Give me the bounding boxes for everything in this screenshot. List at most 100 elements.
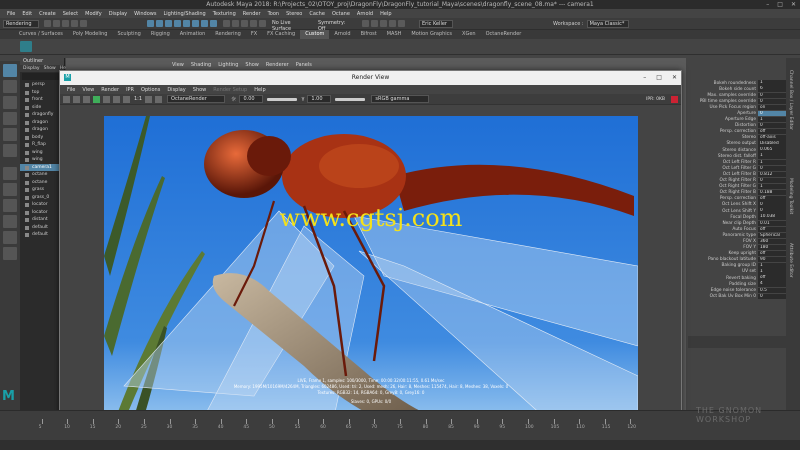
range-slider[interactable]: THE GNOMON WORKSHOP <box>0 406 800 450</box>
ipr-render-icon[interactable] <box>371 20 378 27</box>
render-image[interactable]: www.cgtsj.com LIVE, Frame 1, samples: 10… <box>104 116 638 417</box>
shelf-tab-custom[interactable]: Custom <box>300 30 330 39</box>
shelf-tab-rigging[interactable]: Rigging <box>146 30 175 39</box>
select-tool-icon[interactable] <box>3 64 17 77</box>
attribute-value-field[interactable]: 0 <box>758 165 786 172</box>
new-scene-icon[interactable] <box>44 20 51 27</box>
select-hierarchy-icon[interactable] <box>147 20 154 27</box>
menu-set-dropdown[interactable]: Rendering <box>3 19 39 28</box>
display-rgb-icon[interactable] <box>113 95 120 103</box>
refresh-ipr-icon[interactable] <box>103 95 110 103</box>
viewport-menu-view[interactable]: View <box>172 62 184 68</box>
outliner-item[interactable]: default <box>20 231 64 239</box>
minimize-button[interactable]: – <box>766 1 769 8</box>
snap-grid-icon[interactable] <box>223 20 230 27</box>
attribute-value-field[interactable]: 6 <box>758 86 786 92</box>
outliner-item[interactable]: locator <box>20 201 64 209</box>
render-region-icon[interactable] <box>73 95 80 103</box>
shelf-tab-bifrost[interactable]: Bifrost <box>356 30 382 39</box>
layout-single-icon[interactable] <box>3 167 17 180</box>
mask-deform-icon[interactable] <box>201 20 208 27</box>
attribute-value-field[interactable]: 1 <box>758 183 786 190</box>
outliner-item[interactable]: body <box>20 134 64 142</box>
outliner-item[interactable]: side <box>20 104 64 112</box>
hypershade-icon[interactable] <box>389 20 396 27</box>
menu-render[interactable]: Render <box>243 11 261 17</box>
menu-arnold[interactable]: Arnold <box>357 11 373 17</box>
layout-custom-icon[interactable] <box>3 247 17 260</box>
rv-menu-display[interactable]: Display <box>167 87 185 93</box>
user-account-dropdown[interactable]: Eric Keller <box>419 19 453 28</box>
outliner-item[interactable]: octane <box>20 179 64 187</box>
redo-icon[interactable] <box>80 20 87 27</box>
side-tab-modeling-toolkit[interactable]: Modeling Toolkit <box>788 178 793 214</box>
rv-menu-render[interactable]: Render <box>101 87 119 93</box>
save-scene-icon[interactable] <box>62 20 69 27</box>
paint-select-icon[interactable] <box>3 96 17 109</box>
rotate-tool-icon[interactable] <box>3 128 17 141</box>
mask-curves-icon[interactable] <box>183 20 190 27</box>
menu-texturing[interactable]: Texturing <box>213 11 236 17</box>
snap-view-icon[interactable] <box>250 20 257 27</box>
stop-render-icon[interactable] <box>671 95 678 103</box>
workspace-dropdown[interactable]: Maya Classic* <box>586 19 629 28</box>
shelf-tab-octanerender[interactable]: OctaneRender <box>481 30 527 39</box>
shelf-tab-motion-graphics[interactable]: Motion Graphics <box>406 30 457 39</box>
attribute-value-field[interactable]: 10.038 <box>758 214 786 220</box>
render-view-maximize-button[interactable]: □ <box>656 71 662 85</box>
attribute-value-field[interactable]: 360 <box>758 238 786 245</box>
attribute-value-field[interactable]: 180 <box>758 244 786 251</box>
attribute-value-field[interactable]: off <box>758 226 786 232</box>
shelf-tab-poly-modeling[interactable]: Poly Modeling <box>68 30 113 39</box>
outliner-item[interactable]: wing <box>20 156 64 164</box>
attribute-value-field[interactable]: off <box>758 275 786 281</box>
outliner-menu-show[interactable]: Show <box>44 65 56 72</box>
attribute-value-field[interactable]: 0 <box>758 208 786 214</box>
attribute-value-field[interactable]: 1 <box>758 269 786 275</box>
shelf-tab-rendering[interactable]: Rendering <box>210 30 246 39</box>
viewport-menu-show[interactable]: Show <box>245 62 259 68</box>
attribute-value-field[interactable]: off <box>758 196 786 202</box>
snapshot-icon[interactable] <box>83 95 90 103</box>
select-component-icon[interactable] <box>165 20 172 27</box>
menu-octane[interactable]: Octane <box>332 11 350 17</box>
redo-previous-render-icon[interactable] <box>63 95 70 103</box>
outliner-item[interactable]: camera1 <box>20 163 64 171</box>
move-tool-icon[interactable] <box>3 112 17 125</box>
render-setup-icon[interactable] <box>398 20 405 27</box>
attribute-value-field[interactable]: 0 <box>758 123 786 129</box>
open-scene-icon[interactable] <box>53 20 60 27</box>
menu-stereo[interactable]: Stereo <box>286 11 302 17</box>
outliner-item[interactable]: grass_0 <box>20 194 64 202</box>
viewport-menu-panels[interactable]: Panels <box>296 62 312 68</box>
shelf-tab-animation[interactable]: Animation <box>175 30 211 39</box>
outliner-item[interactable]: dragon <box>20 119 64 127</box>
maximize-button[interactable]: □ <box>777 1 783 8</box>
custom-shelf-tool-icon[interactable] <box>20 41 32 52</box>
render-settings-icon[interactable] <box>380 20 387 27</box>
layout-persp-outliner-icon[interactable] <box>3 215 17 228</box>
outliner-item[interactable]: front <box>20 96 64 104</box>
time-slider[interactable]: 5 10 15 20 25 30 35 40 45 50 55 60 65 70 75 80 85 90 95 100… <box>0 410 800 440</box>
menu-help[interactable]: Help <box>380 11 391 17</box>
outliner-menu-display[interactable]: Display <box>23 65 40 72</box>
outliner-item[interactable]: octane <box>20 171 64 179</box>
attribute-value-field[interactable]: 4 <box>758 281 786 287</box>
rv-menu-show[interactable]: Show <box>193 87 207 93</box>
attribute-value-field[interactable]: 0.065 <box>758 147 786 153</box>
layout-two-icon[interactable] <box>3 199 17 212</box>
shelf-tab-curves-surfaces[interactable]: Curves / Surfaces <box>14 30 68 39</box>
side-tab-channel-box[interactable]: Channel Box / Layer Editor <box>788 70 793 130</box>
attribute-value-field[interactable]: 0 <box>758 92 786 98</box>
attribute-value-field[interactable]: 90 <box>758 257 786 263</box>
shelf-tab-mash[interactable]: MASH <box>382 30 407 39</box>
outliner-item[interactable]: persp <box>20 81 64 89</box>
undo-icon[interactable] <box>71 20 78 27</box>
menu-edit[interactable]: Edit <box>22 11 32 17</box>
attribute-value-field[interactable]: 1 <box>758 116 786 123</box>
rv-menu-ipr[interactable]: IPR <box>126 87 134 93</box>
rv-menu-view[interactable]: View <box>82 87 94 93</box>
attribute-value-field[interactable]: Disabled <box>758 141 786 147</box>
menu-file[interactable]: File <box>7 11 15 17</box>
gamma-field[interactable]: 1.00 <box>307 95 332 103</box>
